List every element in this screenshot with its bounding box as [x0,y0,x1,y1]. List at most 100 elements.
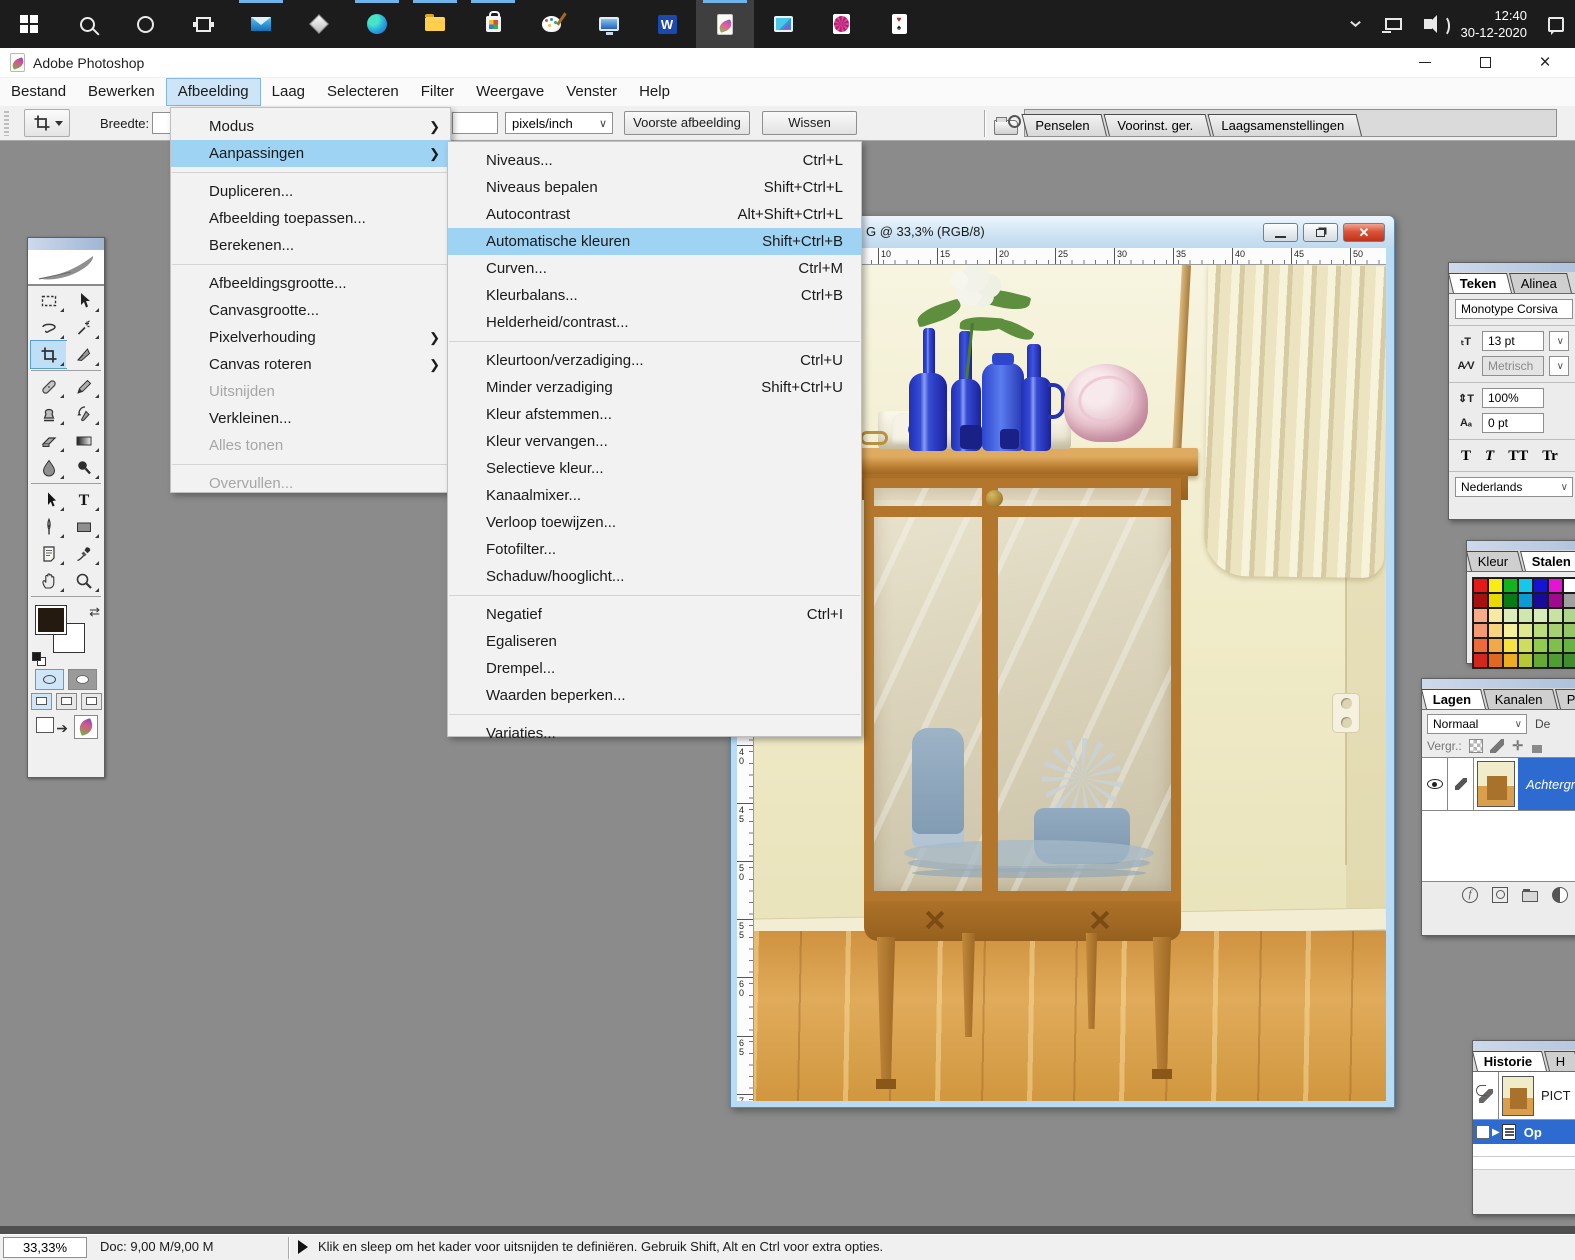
color-swatch[interactable] [1533,638,1548,653]
color-swatch[interactable] [1488,593,1503,608]
cortana-icon[interactable] [116,0,174,48]
search-icon[interactable] [58,0,116,48]
history-checkbox[interactable] [1476,1125,1490,1139]
file-browser-icon[interactable] [994,111,1024,135]
color-swatch[interactable] [1488,638,1503,653]
store-icon[interactable] [464,0,522,48]
toolbox-titlebar[interactable] [28,238,104,250]
pen-tool[interactable] [31,513,66,540]
document-size-info[interactable]: Doc: 9,00 M/9,00 M [100,1239,213,1254]
menubar-item-bestand[interactable]: Bestand [0,78,77,106]
adjustment-layer-icon[interactable] [1552,887,1568,903]
visibility-eye-icon[interactable] [1427,779,1443,789]
healing-brush-tool[interactable] [31,373,66,400]
submenu-item[interactable]: Kleur afstemmen... [448,401,861,428]
layer-row[interactable]: Achtergr [1422,757,1575,811]
menubar-item-weergave[interactable]: Weergave [465,78,555,106]
menu-item[interactable]: Berekenen... [171,232,450,259]
layer-thumbnail[interactable] [1477,761,1515,807]
maximize-button[interactable] [1455,48,1515,78]
magic-wand-tool[interactable] [66,314,101,341]
3d-viewer-icon[interactable] [290,0,348,48]
path-selection-tool[interactable] [31,486,66,513]
color-swatch[interactable] [1503,608,1518,623]
menubar-item-filter[interactable]: Filter [410,78,465,106]
color-swatch[interactable] [1548,608,1563,623]
color-swatch[interactable] [1518,578,1533,593]
menubar-item-help[interactable]: Help [628,78,681,106]
color-swatch[interactable] [1503,653,1518,668]
character-tab-alinea[interactable]: Alinea [1509,273,1572,293]
submenu-item[interactable]: Niveaus...Ctrl+L [448,147,861,174]
dodge-tool[interactable] [66,454,101,481]
imageready-icon[interactable] [74,715,98,739]
current-tool-button[interactable] [24,109,70,137]
menu-item[interactable]: Aanpassingen❯ [171,140,450,167]
font-size-field[interactable]: 13 pt [1482,331,1544,351]
color-swatch[interactable] [1488,623,1503,638]
lasso-tool[interactable] [31,314,66,341]
menu-item[interactable]: Afbeeldingsgrootte... [171,270,450,297]
layer-name[interactable]: Achtergr [1518,758,1575,810]
palette-well-tab-penselen[interactable]: Penselen [1022,114,1108,136]
submenu-item[interactable]: Curven...Ctrl+M [448,255,861,282]
color-swatch[interactable] [1533,623,1548,638]
submenu-item[interactable]: NegatiefCtrl+I [448,601,861,628]
volume-icon[interactable] [1413,0,1451,48]
submenu-item[interactable]: Variaties... [448,720,861,747]
swap-colors-icon[interactable]: ⇄ [89,604,100,620]
color-swatch[interactable] [1488,608,1503,623]
menubar-item-bewerken[interactable]: Bewerken [77,78,166,106]
mail-icon[interactable] [232,0,290,48]
color-swatch[interactable] [1488,578,1503,593]
baseline-shift-field[interactable]: 0 pt [1482,413,1544,433]
flower-app-icon[interactable] [812,0,870,48]
submenu-item[interactable]: Kleur vervangen... [448,428,861,455]
style-button[interactable]: TT [1508,448,1528,465]
menu-item[interactable]: Canvas roteren❯ [171,351,450,378]
file-explorer-icon[interactable] [406,0,464,48]
layer-style-icon[interactable]: f [1462,887,1478,903]
default-colors-icon[interactable] [32,652,46,666]
submenu-item[interactable]: Fotofilter... [448,536,861,563]
fullscreen-mode-button[interactable] [81,693,102,710]
gradient-tool[interactable] [66,427,101,454]
style-button[interactable]: Tr [1542,448,1558,465]
panel-titlebar[interactable] [1467,541,1575,550]
minimize-button[interactable] [1395,48,1455,78]
zoom-tool[interactable] [66,567,101,594]
crop-tool[interactable] [31,341,66,368]
layers-tab-lagen[interactable]: Lagen [1421,689,1486,709]
color-swatch[interactable] [1503,638,1518,653]
submenu-item[interactable]: Kanaalmixer... [448,482,861,509]
eraser-tool[interactable] [31,427,66,454]
submenu-item[interactable]: Kleurtoon/verzadiging...Ctrl+U [448,347,861,374]
color-swatch[interactable] [1518,608,1533,623]
color-swatch[interactable] [1473,638,1488,653]
layers-tab-p[interactable]: P [1555,689,1575,709]
options-bar-grip[interactable] [4,111,9,136]
submenu-item[interactable]: Selectieve kleur... [448,455,861,482]
panel-titlebar[interactable] [1449,263,1575,272]
close-button[interactable]: × [1515,48,1575,78]
lock-transparency-icon[interactable] [1469,739,1483,753]
color-swatch[interactable] [1548,593,1563,608]
doc-minimize-button[interactable] [1263,223,1298,242]
color-swatch[interactable] [1533,593,1548,608]
color-swatch[interactable] [1548,623,1563,638]
color-swatch[interactable] [1473,608,1488,623]
history-state-row[interactable]: ▶ Op [1473,1120,1575,1144]
lock-paint-icon[interactable] [1490,739,1504,753]
tray-chevron-icon[interactable] [1337,0,1375,48]
menu-item[interactable]: Pixelverhouding❯ [171,324,450,351]
history-tab-h[interactable]: H [1544,1051,1575,1071]
history-tab-historie[interactable]: Historie [1472,1051,1547,1071]
pencil-tool[interactable] [66,373,101,400]
panel-titlebar[interactable] [1473,1041,1575,1050]
color-swatch[interactable] [1533,608,1548,623]
hand-tool[interactable] [31,567,66,594]
color-swatch[interactable] [1563,638,1575,653]
move-tool[interactable] [66,287,101,314]
submenu-item[interactable]: Egaliseren [448,628,861,655]
menubar-item-laag[interactable]: Laag [261,78,316,106]
